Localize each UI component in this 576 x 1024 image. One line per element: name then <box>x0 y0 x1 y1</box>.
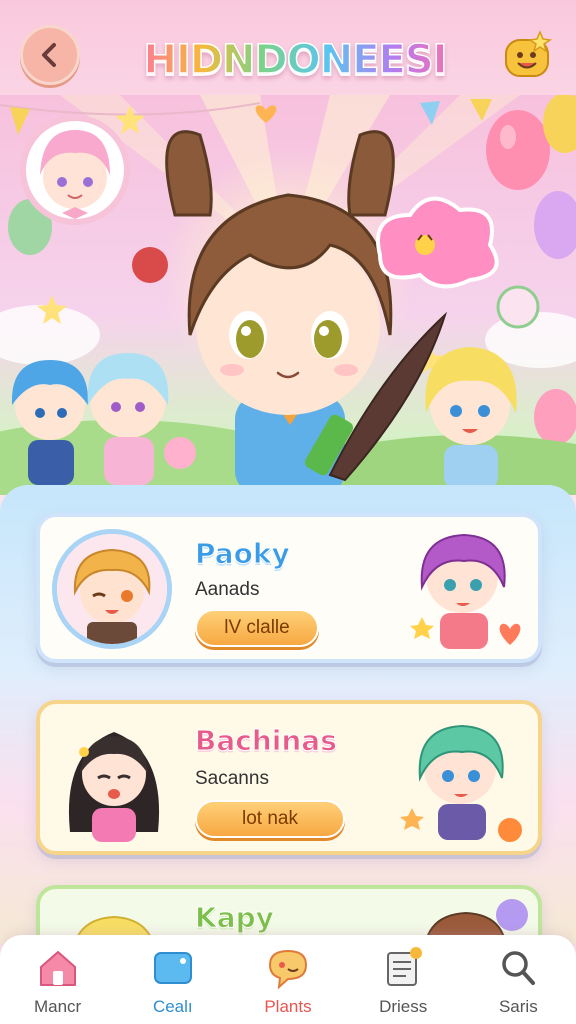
nav-item-card[interactable]: Cealı <box>123 945 223 1019</box>
card-action-button[interactable]: lV clalle <box>195 609 319 647</box>
purple-haired-chibi-icon <box>410 533 521 649</box>
document-icon <box>387 947 423 986</box>
chevron-left-icon <box>42 43 56 67</box>
nav-item-home[interactable]: Mancr <box>8 945 108 1019</box>
character-name: Bachinas <box>195 724 338 758</box>
green-haired-chibi-icon <box>400 724 522 842</box>
character-subtitle: Sacanns <box>195 768 269 789</box>
back-button[interactable] <box>20 25 80 85</box>
bottom-navigation: Mancr Cealı Plants Driess Saris <box>0 935 576 1024</box>
nav-label: Driess <box>379 997 428 1016</box>
nav-item-driess[interactable]: Driess <box>353 945 453 1019</box>
speech-bubble-icon <box>268 949 307 990</box>
dark-haired-girl-avatar-icon <box>68 732 160 842</box>
character-subtitle: Aanads <box>195 579 260 600</box>
card-icon <box>153 952 192 984</box>
card-action-button[interactable]: lot nak <box>195 800 345 838</box>
mascot-button[interactable] <box>500 28 556 84</box>
character-card-list: Paoky Aanads lV clalle Bachinas Sacanns … <box>0 485 576 945</box>
nav-label: Plants <box>264 997 312 1016</box>
hero-illustration <box>0 95 576 495</box>
nav-label: Saris <box>498 997 538 1016</box>
nav-label: Mancr <box>33 997 82 1016</box>
character-card[interactable]: Paoky Aanads lV clalle <box>36 513 542 663</box>
character-card[interactable]: Bachinas Sacanns lot nak <box>36 700 542 855</box>
nav-item-plants[interactable]: Plants <box>238 945 338 1019</box>
app-title: HIDNDONEESI <box>130 32 460 88</box>
search-icon <box>502 951 536 985</box>
character-name: Paoky <box>195 537 291 571</box>
nav-label: Cealı <box>152 997 193 1016</box>
smiley-mascot-icon <box>505 30 553 77</box>
character-avatar <box>52 529 172 649</box>
nav-item-search[interactable]: Saris <box>468 945 568 1019</box>
home-icon <box>39 951 76 986</box>
character-name: Kapy <box>195 901 275 935</box>
top-bar: HIDNDONEESI <box>0 0 576 110</box>
hero-banner <box>0 95 576 495</box>
winking-boy-avatar-icon <box>57 534 167 644</box>
